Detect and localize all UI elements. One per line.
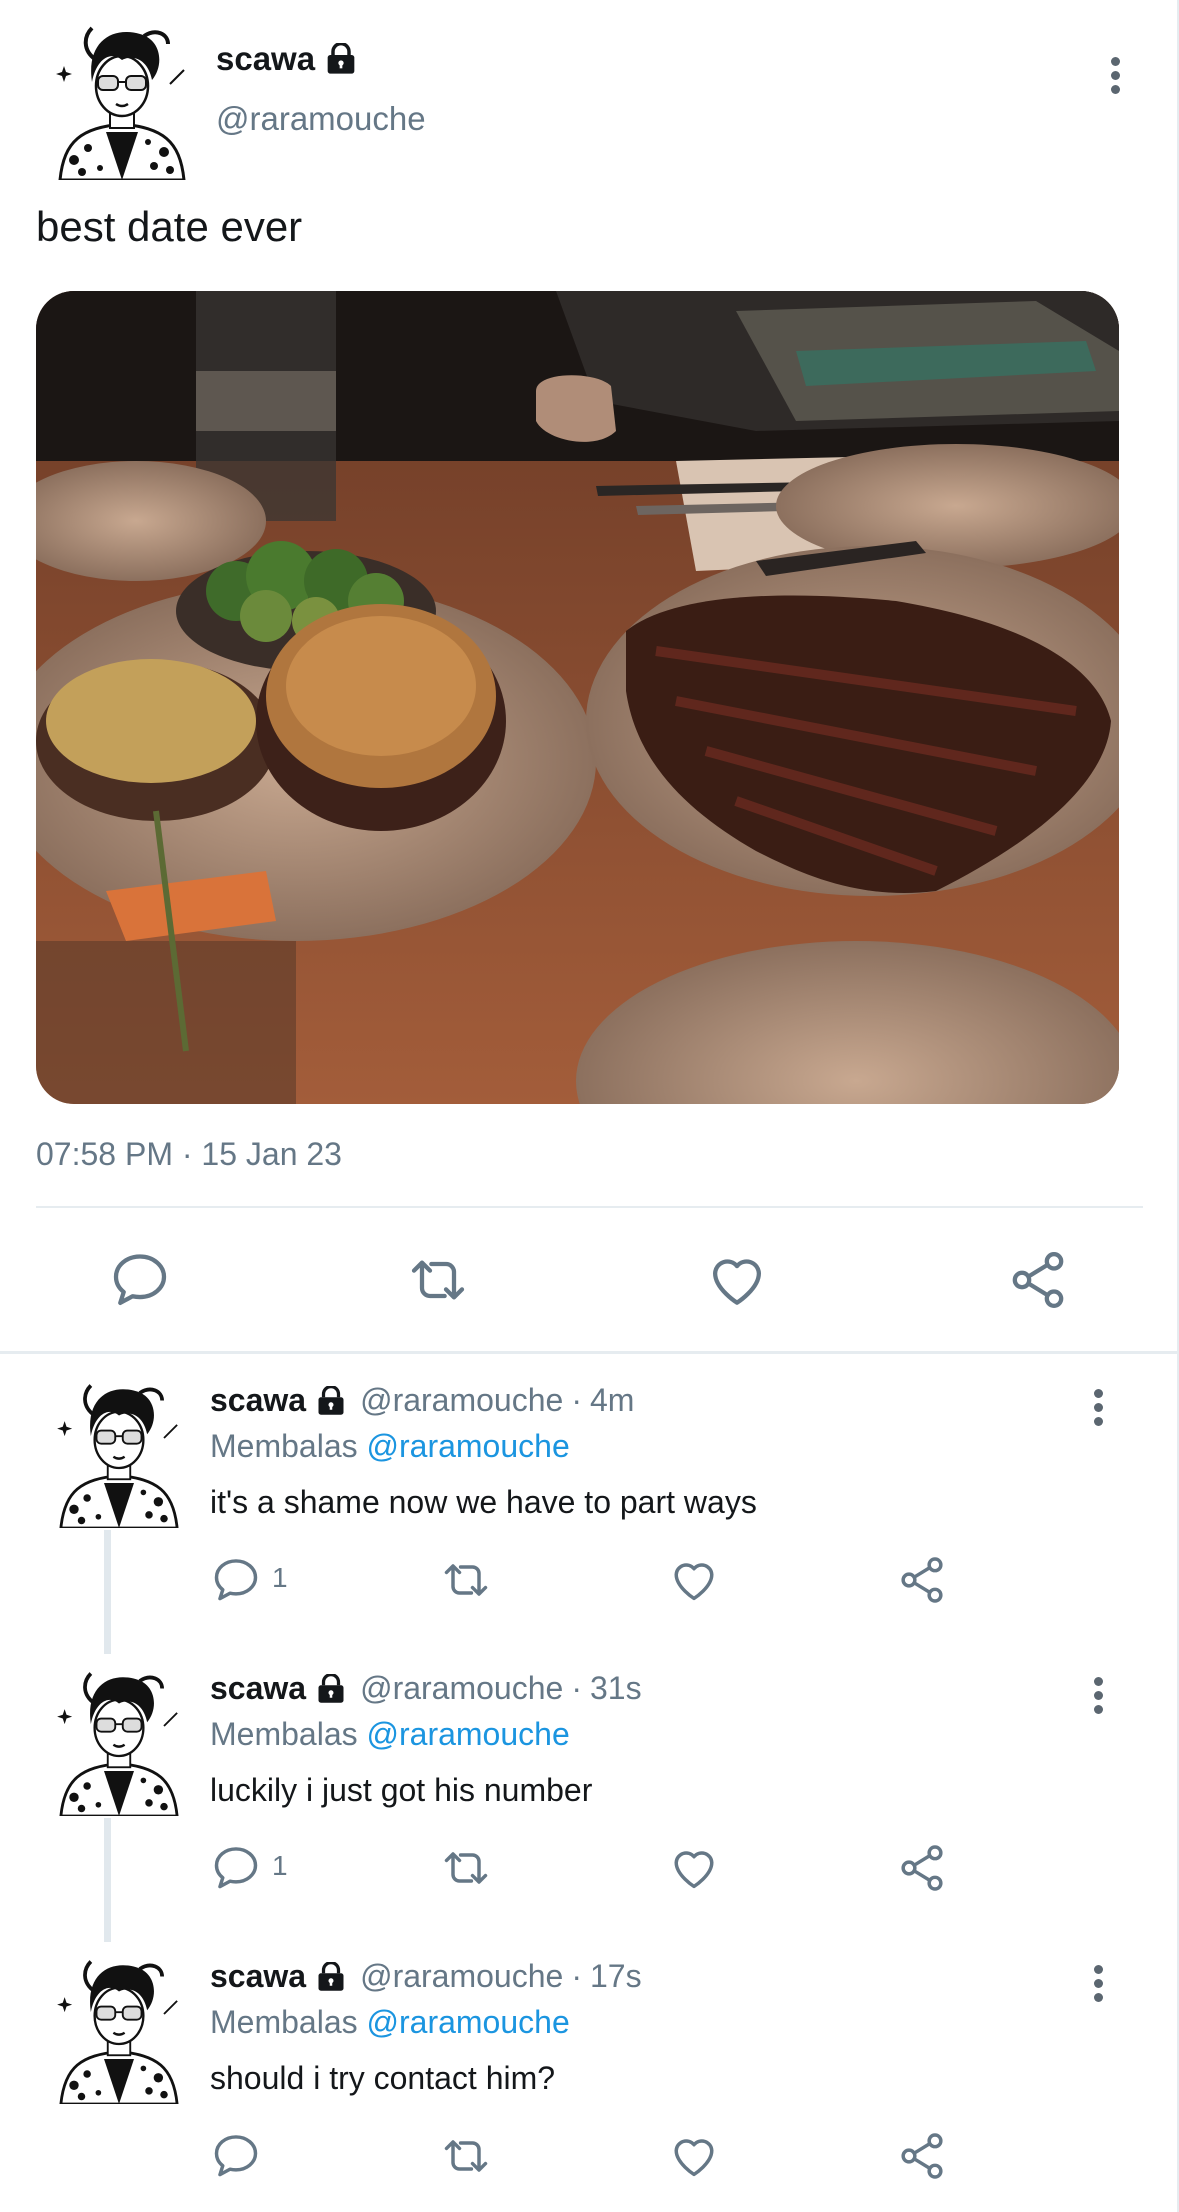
replying-to: Membalas @raramouche bbox=[210, 2004, 570, 2041]
reply-text: should i try contact him? bbox=[210, 2060, 556, 2096]
lock-icon bbox=[316, 1674, 346, 1704]
main-tweet: scawa @raramouche best date ever 07:58 P… bbox=[0, 0, 1179, 1351]
author-handle[interactable]: @raramouche bbox=[216, 100, 426, 138]
reply-icon[interactable] bbox=[210, 1842, 262, 1894]
share-icon[interactable] bbox=[896, 1554, 948, 1606]
reply-tweet[interactable]: scawa @raramouche · 17s Membalas @raramo… bbox=[0, 1930, 1179, 2212]
reply-text: it's a shame now we have to part ways bbox=[210, 1484, 757, 1520]
tweet-timestamp: 07:58 PM · 15 Jan 23 bbox=[36, 1136, 342, 1172]
reply-icon[interactable] bbox=[210, 1554, 262, 1606]
retweet-icon[interactable] bbox=[440, 1842, 492, 1894]
lock-icon bbox=[316, 1386, 346, 1416]
mention-link[interactable]: @raramouche bbox=[367, 1428, 570, 1464]
lock-icon bbox=[325, 43, 357, 75]
avatar[interactable] bbox=[52, 1378, 186, 1528]
lock-icon bbox=[316, 1962, 346, 1992]
reply-tweet[interactable]: scawa @raramouche · 4m Membalas @raramou… bbox=[0, 1354, 1179, 1642]
like-icon[interactable] bbox=[668, 1842, 720, 1894]
share-icon[interactable] bbox=[896, 2130, 948, 2182]
retweet-icon[interactable] bbox=[440, 1554, 492, 1606]
avatar[interactable] bbox=[52, 1666, 186, 1816]
reply-count: 1 bbox=[272, 1850, 288, 1881]
author-name[interactable]: scawa bbox=[210, 1958, 306, 1995]
separator: · bbox=[571, 1958, 582, 1994]
dinner-photo-image bbox=[36, 291, 1119, 1104]
like-icon[interactable] bbox=[668, 2130, 720, 2182]
replying-to: Membalas @raramouche bbox=[210, 1428, 570, 1465]
share-icon[interactable] bbox=[1006, 1248, 1070, 1312]
separator: · bbox=[571, 1670, 582, 1706]
author-handle[interactable]: @raramouche bbox=[360, 1958, 563, 1995]
tweet-text: best date ever bbox=[36, 203, 303, 250]
reply-header: scawa @raramouche · 31s bbox=[210, 1670, 642, 1707]
author-name[interactable]: scawa bbox=[216, 40, 315, 78]
reply-header: scawa @raramouche · 17s bbox=[210, 1958, 642, 1995]
author-handle[interactable]: @raramouche bbox=[360, 1670, 563, 1707]
retweet-icon[interactable] bbox=[406, 1248, 470, 1312]
more-options-icon[interactable] bbox=[1088, 1672, 1108, 1724]
author-name[interactable]: scawa bbox=[210, 1382, 306, 1419]
reply-text: luckily i just got his number bbox=[210, 1772, 593, 1808]
reply-time: 17s bbox=[589, 1958, 642, 1994]
more-options-icon[interactable] bbox=[1088, 1960, 1108, 2012]
avatar[interactable] bbox=[52, 1954, 186, 2104]
replying-label: Membalas bbox=[210, 1428, 358, 1464]
more-options-icon[interactable] bbox=[1088, 1384, 1108, 1436]
share-icon[interactable] bbox=[896, 1842, 948, 1894]
divider bbox=[36, 1206, 1143, 1208]
more-options-icon[interactable] bbox=[1105, 52, 1125, 104]
author-name[interactable]: scawa bbox=[210, 1670, 306, 1707]
reply-tweet[interactable]: scawa @raramouche · 31s Membalas @raramo… bbox=[0, 1642, 1179, 1930]
mention-link[interactable]: @raramouche bbox=[367, 1716, 570, 1752]
retweet-icon[interactable] bbox=[440, 2130, 492, 2182]
replying-to: Membalas @raramouche bbox=[210, 1716, 570, 1753]
tweet-photo[interactable] bbox=[36, 291, 1119, 1104]
like-icon[interactable] bbox=[705, 1248, 769, 1312]
like-icon[interactable] bbox=[668, 1554, 720, 1606]
reply-time: 31s bbox=[589, 1670, 642, 1706]
reply-header: scawa @raramouche · 4m bbox=[210, 1382, 634, 1419]
replying-label: Membalas bbox=[210, 2004, 358, 2040]
avatar[interactable] bbox=[48, 20, 196, 180]
reply-count: 1 bbox=[272, 1562, 288, 1593]
mention-link[interactable]: @raramouche bbox=[367, 2004, 570, 2040]
reply-icon[interactable] bbox=[210, 2130, 262, 2182]
separator: · bbox=[571, 1382, 582, 1418]
reply-time: 4m bbox=[589, 1382, 635, 1418]
replying-label: Membalas bbox=[210, 1716, 358, 1752]
author-handle[interactable]: @raramouche bbox=[360, 1382, 563, 1419]
author-name-row[interactable]: scawa bbox=[216, 40, 357, 78]
reply-icon[interactable] bbox=[108, 1248, 172, 1312]
